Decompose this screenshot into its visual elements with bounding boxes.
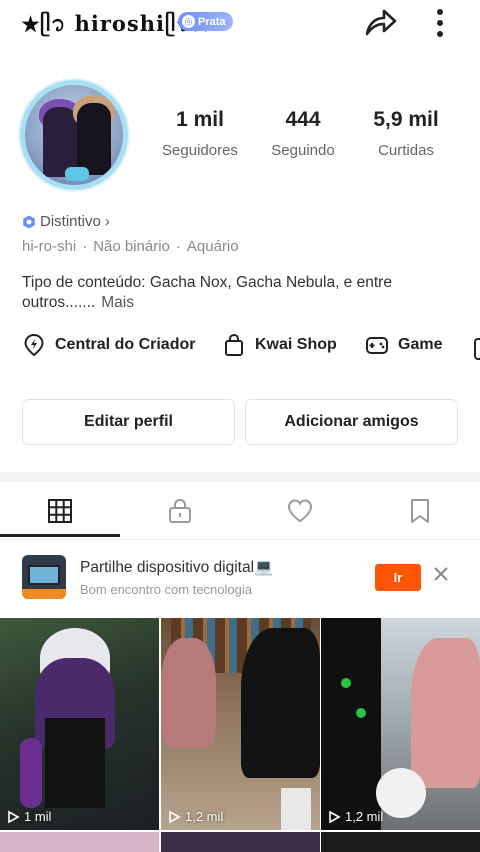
- ad-cta-button[interactable]: Ir: [375, 564, 421, 591]
- profile-header: ★ᥫ᭡ hiroshiᥫ᭡☆ ◎ Prata: [0, 0, 480, 50]
- video-thumbnail[interactable]: 1 mil: [0, 618, 159, 830]
- tab-grid[interactable]: [0, 482, 120, 540]
- share-arrow-icon[interactable]: [362, 6, 398, 38]
- bio-more-link[interactable]: Mais: [101, 294, 134, 311]
- rank-badge[interactable]: ◎ Prata: [178, 12, 233, 31]
- more-links-icon[interactable]: [474, 338, 480, 360]
- heart-icon: [287, 499, 313, 523]
- kwai-shop-link[interactable]: Kwai Shop: [222, 333, 337, 357]
- video-thumbnail-partial[interactable]: [0, 832, 159, 852]
- tab-liked[interactable]: [240, 482, 360, 540]
- close-icon[interactable]: [432, 565, 450, 583]
- video-grid: 1 mil 1,2 mil 1,2 mil: [0, 618, 480, 852]
- kwai-shop-label: Kwai Shop: [255, 336, 337, 353]
- shopping-bag-icon: [225, 333, 243, 356]
- video-views: 1,2 mil: [167, 809, 223, 824]
- profile-bio: Tipo de conteúdo: Gacha Nox, Gacha Nebul…: [22, 273, 442, 313]
- ad-subtitle: Bom encontro com tecnologia: [80, 582, 252, 597]
- ad-title: Partilhe dispositivo digital💻: [80, 559, 274, 576]
- avatar[interactable]: [20, 80, 128, 190]
- game-label: Game: [398, 336, 443, 353]
- ad-banner[interactable]: Partilhe dispositivo digital💻 Bom encont…: [0, 545, 480, 617]
- meta-handle: hi-ro-shi: [22, 238, 77, 255]
- ad-thumbnail: [22, 555, 66, 599]
- meta-gender: Não binário: [93, 238, 170, 255]
- lock-icon: [169, 498, 191, 523]
- video-views-count: 1,2 mil: [185, 809, 224, 824]
- gamepad-icon: [366, 337, 388, 354]
- followers-count: 1 mil: [176, 108, 224, 131]
- creator-bolt-icon: [24, 333, 44, 357]
- video-views-count: 1,2 mil: [345, 809, 384, 824]
- video-views: 1,2 mil: [327, 809, 383, 824]
- likes-count: 5,9 mil: [373, 108, 439, 131]
- video-thumbnail-partial[interactable]: [321, 832, 480, 852]
- bookmark-icon: [411, 499, 429, 523]
- video-views-count: 1 mil: [24, 809, 52, 824]
- creator-center-label: Central do Criador: [55, 336, 196, 353]
- video-thumbnail[interactable]: 1,2 mil: [161, 618, 320, 830]
- video-views: 1 mil: [6, 809, 51, 824]
- distintivo-label: Distintivo: [40, 213, 101, 230]
- video-thumbnail[interactable]: 1,2 mil: [321, 618, 480, 830]
- meta-separator: ·: [82, 238, 88, 255]
- video-thumbnail-partial[interactable]: [161, 832, 320, 852]
- following-label: Seguindo: [271, 142, 335, 159]
- following-count: 444: [285, 108, 321, 131]
- edit-profile-button[interactable]: Editar perfil: [22, 399, 235, 445]
- content-tabs: [0, 482, 480, 540]
- profile-meta: hi-ro-shi · Não binário · Aquário: [22, 238, 239, 255]
- play-icon: [8, 810, 20, 823]
- chevron-right-icon: ›: [104, 213, 110, 230]
- badge-label: Prata: [198, 15, 226, 28]
- play-icon: [329, 810, 341, 823]
- grid-icon: [48, 499, 72, 523]
- creator-links: Central do Criador Kwai Shop Game: [0, 333, 480, 367]
- likes-stat[interactable]: 5,9 mil Curtidas: [356, 108, 456, 159]
- bio-text: Tipo de conteúdo: Gacha Nox, Gacha Nebul…: [22, 274, 392, 311]
- badge-icon: ◎: [182, 15, 195, 28]
- section-divider: [0, 472, 480, 482]
- distintivo-link[interactable]: Distintivo ›: [22, 213, 110, 230]
- creator-center-link[interactable]: Central do Criador: [22, 333, 195, 357]
- tab-private[interactable]: [120, 482, 240, 540]
- game-link[interactable]: Game: [365, 333, 442, 357]
- meta-separator: ·: [175, 238, 181, 255]
- likes-label: Curtidas: [378, 142, 434, 159]
- meta-sign: Aquário: [186, 238, 239, 255]
- followers-stat[interactable]: 1 mil Seguidores: [150, 108, 250, 159]
- vertical-dots-icon[interactable]: [426, 8, 454, 38]
- active-tab-indicator: [0, 534, 120, 537]
- play-icon: [169, 810, 181, 823]
- followers-label: Seguidores: [162, 142, 238, 159]
- tab-saved[interactable]: [360, 482, 480, 540]
- following-stat[interactable]: 444 Seguindo: [253, 108, 353, 159]
- hexagon-badge-icon: [23, 215, 35, 228]
- add-friends-button[interactable]: Adicionar amigos: [245, 399, 458, 445]
